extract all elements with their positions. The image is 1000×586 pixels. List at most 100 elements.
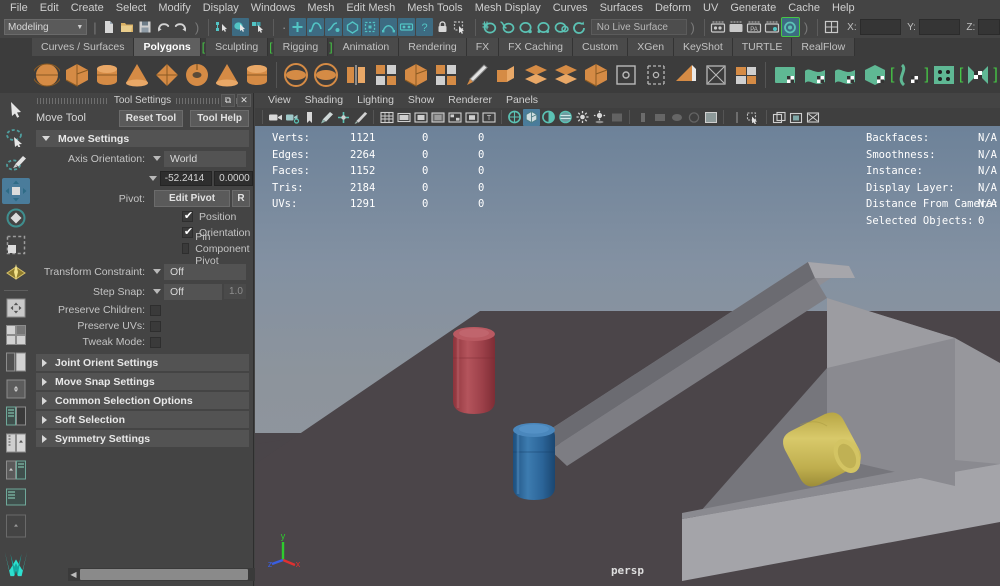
new-scene-icon[interactable] (101, 18, 118, 36)
menu-item-deform[interactable]: Deform (649, 0, 697, 16)
shelf-tab-curves-surfaces[interactable]: Curves / Surfaces (32, 38, 135, 56)
coord-z-input[interactable] (978, 19, 1000, 35)
open-tool-settings-icon[interactable] (728, 18, 745, 36)
open-channel-box-icon[interactable]: PA (746, 18, 763, 36)
mask-poly-icon[interactable] (343, 18, 361, 36)
safe-title-icon[interactable]: T (480, 109, 497, 126)
viewport-menu-show[interactable]: Show (401, 93, 441, 108)
menu-item-create[interactable]: Create (65, 0, 110, 16)
xray-icon[interactable] (745, 109, 762, 126)
shelf-tab-sculpting[interactable]: Sculpting (206, 38, 269, 56)
persp-hypershade-layout-button[interactable] (2, 457, 30, 483)
menu-item-display[interactable]: Display (197, 0, 245, 16)
sculpt-cube-icon[interactable] (860, 59, 890, 91)
mask-deformer-icon[interactable] (379, 18, 397, 36)
rotate-tool-button[interactable] (2, 205, 30, 231)
menu-item-file[interactable]: File (4, 0, 34, 16)
shelf-tab-xgen[interactable]: XGen (628, 38, 675, 56)
uv-editor-icon[interactable] (731, 59, 761, 91)
select-by-hierarchy-icon[interactable] (214, 18, 231, 36)
two-pane-side-layout-button[interactable] (2, 349, 30, 375)
textured-icon[interactable] (557, 109, 574, 126)
undo-icon[interactable] (155, 18, 172, 36)
xray-joints-icon[interactable] (771, 109, 788, 126)
open-attribute-editor-icon[interactable] (710, 18, 727, 36)
preserve-children-checkbox[interactable] (150, 304, 161, 316)
use-all-lights-icon[interactable] (574, 109, 591, 126)
step-snap-value[interactable]: Off (164, 283, 222, 300)
2d-pan-zoom-icon[interactable] (335, 109, 352, 126)
shelf-tab-keyshot[interactable]: KeyShot (674, 38, 733, 56)
select-by-object-type-icon[interactable] (232, 18, 250, 36)
lasso-select-tool-button[interactable] (2, 124, 30, 150)
mask-curve-cv-icon[interactable] (307, 18, 325, 36)
poly-cylinder-icon[interactable] (92, 59, 122, 91)
single-pane-layout-button[interactable] (2, 295, 30, 321)
save-scene-icon[interactable] (137, 18, 154, 36)
extrude-icon[interactable] (491, 59, 521, 91)
section-joint-orient-settings[interactable]: Joint Orient Settings (36, 354, 249, 371)
redo-icon[interactable] (173, 18, 190, 36)
snap-align-icon[interactable] (671, 59, 701, 91)
menu-item-help[interactable]: Help (826, 0, 861, 16)
open-scene-icon[interactable] (119, 18, 136, 36)
menu-item-uv[interactable]: UV (697, 0, 724, 16)
menu-item-mesh[interactable]: Mesh (301, 0, 340, 16)
sculpt-flow-icon[interactable] (894, 59, 924, 91)
isolate-select-icon[interactable] (702, 109, 719, 126)
resolution-gate-icon[interactable] (412, 109, 429, 126)
open-outliner-icon[interactable] (780, 17, 800, 37)
sculpt-plane-icon[interactable] (770, 59, 800, 91)
mask-handle-icon[interactable] (289, 18, 307, 36)
viewport-menu-view[interactable]: View (261, 93, 298, 108)
hypershade-layout-button[interactable] (2, 430, 30, 456)
menu-item-curves[interactable]: Curves (547, 0, 594, 16)
preserve-children-row[interactable]: Preserve Children: (32, 302, 253, 318)
persp-graph-layout-button[interactable] (2, 403, 30, 429)
tool-help-button[interactable]: Tool Help (190, 109, 249, 127)
image-plane-icon[interactable] (318, 109, 335, 126)
ambient-occlusion-icon[interactable] (685, 109, 702, 126)
tool-settings-hscrollbar[interactable]: ◀ ▶ (68, 568, 280, 581)
film-gate-icon[interactable] (395, 109, 412, 126)
preserve-uvs-row[interactable]: Preserve UVs: (32, 318, 253, 334)
menu-item-edit[interactable]: Edit (34, 0, 65, 16)
poly-sphere-icon[interactable] (32, 59, 62, 91)
grease-pencil-icon[interactable] (352, 109, 369, 126)
menu-set-selector[interactable]: Modeling ▼ (4, 19, 88, 35)
reset-tool-button[interactable]: Reset Tool (118, 109, 184, 127)
scroll-left-arrow-icon[interactable]: ◀ (68, 568, 79, 581)
snap-to-view-plane-icon[interactable] (553, 18, 570, 36)
pivot-position-checkbox[interactable] (182, 209, 194, 223)
menu-item-select[interactable]: Select (110, 0, 153, 16)
make-live-icon[interactable] (571, 18, 588, 36)
drag-grip[interactable] (37, 97, 109, 104)
snap-to-point-icon[interactable] (517, 18, 534, 36)
poly-cone-icon[interactable] (122, 59, 152, 91)
menu-item-mesh-tools[interactable]: Mesh Tools (401, 0, 468, 16)
open-modeling-toolkit-icon[interactable] (764, 18, 781, 36)
exposure-slider-icon[interactable] (728, 109, 745, 126)
section-common-selection-options[interactable]: Common Selection Options (36, 392, 249, 409)
persp-outliner-layout-button[interactable] (2, 376, 30, 402)
depth-of-field-icon[interactable] (668, 109, 685, 126)
shelf-tab-turtle[interactable]: TURTLE (732, 38, 793, 56)
shadows-icon[interactable] (591, 109, 608, 126)
bevel-icon[interactable] (431, 59, 461, 91)
boolean-icon[interactable] (401, 59, 431, 91)
gate-mask-icon[interactable] (429, 109, 446, 126)
axis-value-1-input[interactable]: -52.2414 (159, 171, 213, 186)
outliner-persp-layout-button[interactable] (2, 484, 30, 510)
viewport-menu-shading[interactable]: Shading (298, 93, 351, 108)
mask-misc-icon[interactable]: ? (415, 18, 433, 36)
pin-component-pivot-checkbox[interactable] (182, 243, 190, 254)
menu-item-generate[interactable]: Generate (724, 0, 782, 16)
sculpt-grid-icon[interactable] (929, 59, 959, 91)
step-snap-amount-input[interactable]: 1.0 (224, 284, 246, 299)
duplicate-face-icon[interactable] (551, 59, 581, 91)
menu-item-cache[interactable]: Cache (782, 0, 826, 16)
smooth-icon[interactable] (371, 59, 401, 91)
move-tool-button[interactable] (2, 178, 30, 205)
shelf-tab-polygons[interactable]: Polygons (134, 38, 201, 56)
shelf-tab-animation[interactable]: Animation (333, 38, 400, 56)
